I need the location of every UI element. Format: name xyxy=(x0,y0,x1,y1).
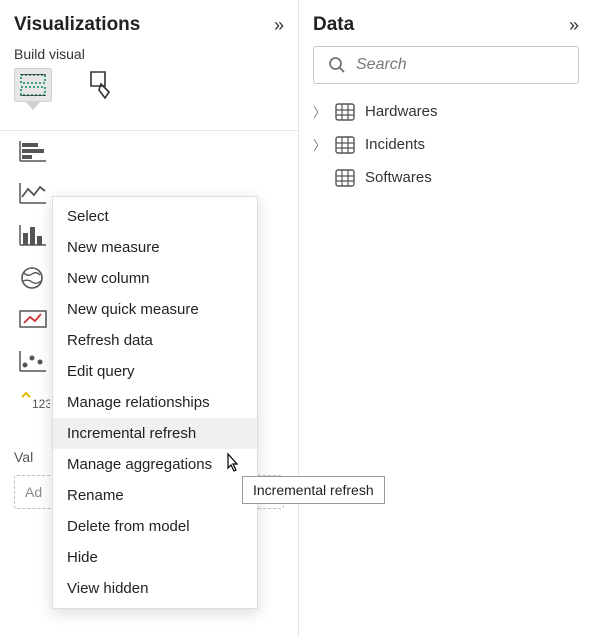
table-icon xyxy=(335,169,355,187)
map-icon[interactable] xyxy=(18,265,52,295)
table-label: Incidents xyxy=(365,136,425,153)
viz-divider xyxy=(0,130,298,131)
stacked-bar-icon[interactable] xyxy=(18,139,52,169)
data-pane-header: Data » xyxy=(313,14,579,36)
format-visual-icon xyxy=(87,70,115,100)
line-chart-icon[interactable] xyxy=(18,181,52,211)
build-visual-icon xyxy=(20,74,46,96)
card-icon[interactable]: 123 xyxy=(18,391,52,421)
data-pane-title: Data xyxy=(313,14,354,36)
build-visual-label: Build visual xyxy=(14,46,284,62)
context-menu: Select New measure New column New quick … xyxy=(52,196,258,609)
menu-item-hide[interactable]: Hide xyxy=(53,542,257,573)
format-visual-button[interactable] xyxy=(82,68,120,102)
search-input[interactable] xyxy=(356,56,564,74)
menu-item-new-quick-measure[interactable]: New quick measure xyxy=(53,294,257,325)
menu-item-new-measure[interactable]: New measure xyxy=(53,232,257,263)
menu-item-incremental-refresh[interactable]: Incremental refresh xyxy=(53,418,257,449)
menu-item-rename[interactable]: Rename xyxy=(53,480,257,511)
table-icon xyxy=(335,103,355,121)
chevron-right-icon: 〉 xyxy=(313,102,325,121)
viz-pane-header: Visualizations » xyxy=(14,14,284,36)
table-item-softwares[interactable]: 〉 Softwares xyxy=(313,168,579,187)
table-label: Hardwares xyxy=(365,103,438,120)
table-list: 〉 Hardwares 〉 Incidents 〉 Softwares xyxy=(313,102,579,187)
table-item-incidents[interactable]: 〉 Incidents xyxy=(313,135,579,154)
menu-item-view-hidden[interactable]: View hidden xyxy=(53,573,257,604)
menu-item-manage-relationships[interactable]: Manage relationships xyxy=(53,387,257,418)
search-icon xyxy=(328,56,346,74)
search-box[interactable] xyxy=(313,46,579,84)
viz-collapse-button[interactable]: » xyxy=(274,15,284,36)
menu-item-manage-aggregations[interactable]: Manage aggregations xyxy=(53,449,257,480)
column-chart-icon[interactable] xyxy=(18,223,52,253)
data-collapse-button[interactable]: » xyxy=(569,15,579,36)
chevron-right-icon: 〉 xyxy=(313,135,325,154)
table-label: Softwares xyxy=(365,169,432,186)
table-icon xyxy=(335,136,355,154)
mode-row xyxy=(14,68,284,102)
svg-text:123: 123 xyxy=(32,397,50,411)
kpi-icon[interactable] xyxy=(18,349,52,379)
gauge-icon[interactable] xyxy=(18,307,52,337)
menu-item-refresh-data[interactable]: Refresh data xyxy=(53,325,257,356)
viz-pane-title: Visualizations xyxy=(14,14,140,36)
tooltip: Incremental refresh xyxy=(242,476,385,504)
menu-item-new-column[interactable]: New column xyxy=(53,263,257,294)
build-visual-button[interactable] xyxy=(14,68,52,102)
menu-item-delete-from-model[interactable]: Delete from model xyxy=(53,511,257,542)
data-pane: Data » 〉 Hardwares 〉 Incidents 〉 Softwar… xyxy=(299,0,593,637)
menu-item-select[interactable]: Select xyxy=(53,201,257,232)
menu-item-edit-query[interactable]: Edit query xyxy=(53,356,257,387)
table-item-hardwares[interactable]: 〉 Hardwares xyxy=(313,102,579,121)
